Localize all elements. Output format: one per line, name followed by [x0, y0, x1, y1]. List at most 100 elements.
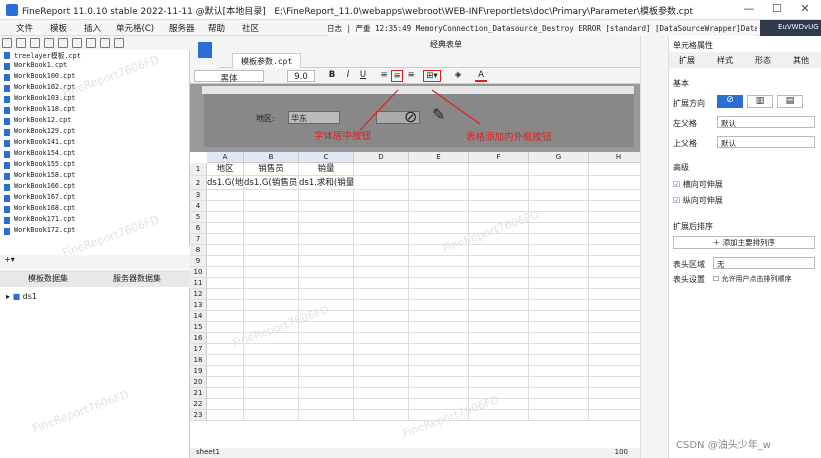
tree-item[interactable]: WorkBook167.cpt [0, 193, 189, 204]
grid-cell[interactable] [244, 300, 299, 311]
grid-cell[interactable] [469, 201, 529, 212]
grid-cell[interactable] [299, 410, 354, 421]
grid-cell[interactable] [409, 366, 469, 377]
tab-template-params[interactable]: 模板参数.cpt [232, 53, 302, 68]
tree-item[interactable]: WorkBook118.cpt [0, 105, 189, 116]
grid-cell[interactable] [589, 163, 640, 176]
grid-cell[interactable] [529, 399, 589, 410]
grid-cell[interactable] [244, 201, 299, 212]
grid-cell[interactable] [207, 223, 244, 234]
grid-cell[interactable] [589, 201, 640, 212]
row-header[interactable]: 23 [190, 410, 207, 421]
grid-cell[interactable] [354, 355, 409, 366]
grid-cell[interactable] [529, 245, 589, 256]
grid-cell[interactable] [244, 245, 299, 256]
grid-cell[interactable] [409, 223, 469, 234]
grid-cell[interactable] [354, 388, 409, 399]
grid-cell[interactable]: 地区 [207, 163, 244, 176]
grid-cell[interactable] [207, 322, 244, 333]
grid-cell[interactable] [469, 163, 529, 176]
grid-cell[interactable] [529, 163, 589, 176]
grid-cell[interactable] [207, 311, 244, 322]
row-header[interactable]: 15 [190, 322, 207, 333]
grid-cell[interactable] [207, 410, 244, 421]
grid-cell[interactable] [354, 223, 409, 234]
tree-item[interactable]: WorkBook103.cpt [0, 94, 189, 105]
tree-item[interactable]: WorkBook12.cpt [0, 116, 189, 127]
grid-cell[interactable] [589, 377, 640, 388]
column-header[interactable]: E [409, 152, 469, 163]
tab-style[interactable]: 样式 [717, 55, 733, 66]
grid-cell[interactable] [354, 267, 409, 278]
tree-item[interactable]: WorkBook155.cpt [0, 160, 189, 171]
grid-cell[interactable] [469, 256, 529, 267]
tree-item[interactable]: WorkBook158.cpt [0, 171, 189, 182]
tree-item[interactable]: WorkBook166.cpt [0, 182, 189, 193]
grid-cell[interactable] [299, 256, 354, 267]
row-header[interactable]: 1 [190, 163, 207, 176]
grid-cell[interactable] [529, 256, 589, 267]
grid-cell[interactable] [244, 212, 299, 223]
align-left-icon[interactable]: ≡ [378, 70, 390, 82]
grid-cell[interactable] [354, 212, 409, 223]
menu-cell[interactable]: 单元格(C) [116, 22, 154, 34]
grid-cell[interactable] [469, 267, 529, 278]
log-strip[interactable]: 日志 | 严重 12:35:49 MemoryConnection_Dataso… [327, 20, 757, 36]
grid-cell[interactable] [529, 388, 589, 399]
tab-expand[interactable]: 扩展 [679, 55, 695, 66]
grid-cell[interactable] [354, 366, 409, 377]
cell-element-icon[interactable] [198, 42, 212, 58]
dataset-item[interactable]: ▸ ■ ds1 [0, 288, 189, 301]
column-header[interactable]: A [207, 152, 244, 163]
menu-insert[interactable]: 插入 [84, 22, 101, 34]
grid-cell[interactable] [354, 322, 409, 333]
grid-cell[interactable] [207, 212, 244, 223]
grid-cell[interactable] [589, 410, 640, 421]
new-folder-icon[interactable] [2, 38, 12, 48]
grid-cell[interactable] [244, 410, 299, 421]
grid-cell[interactable] [409, 388, 469, 399]
font-size-select[interactable]: 9.0 [287, 70, 315, 82]
grid-cell[interactable] [299, 212, 354, 223]
grid-cell[interactable] [207, 234, 244, 245]
header-area-select[interactable]: 无 [713, 257, 815, 269]
grid-cell[interactable] [529, 344, 589, 355]
grid-cell[interactable] [469, 300, 529, 311]
grid-cell[interactable] [409, 176, 469, 190]
expand-horizontal-button[interactable]: ▤ [777, 95, 803, 108]
user-badge[interactable]: EuVWDvUG [760, 20, 821, 36]
grid-cell[interactable] [244, 190, 299, 201]
tree-item[interactable]: WorkBook1.cpt [0, 61, 189, 72]
grid-cell[interactable] [589, 322, 640, 333]
grid-cell[interactable] [469, 289, 529, 300]
grid-cell[interactable] [354, 163, 409, 176]
border-icon[interactable]: ⊞▾ [423, 70, 441, 82]
grid-cell[interactable] [409, 256, 469, 267]
grid-cell[interactable] [244, 223, 299, 234]
grid-cell[interactable] [529, 311, 589, 322]
grid-cell[interactable] [207, 399, 244, 410]
expand-none-button[interactable]: ⊘ [717, 95, 743, 108]
grid-cell[interactable] [244, 366, 299, 377]
grid-cell[interactable] [299, 355, 354, 366]
locate-icon[interactable] [86, 38, 96, 48]
grid-cell[interactable] [529, 366, 589, 377]
grid-cell[interactable] [589, 333, 640, 344]
grid-cell[interactable] [354, 410, 409, 421]
grid-cell[interactable] [244, 256, 299, 267]
grid-cell[interactable] [589, 399, 640, 410]
menu-help[interactable]: 帮助 [208, 22, 225, 34]
grid-cell[interactable] [589, 245, 640, 256]
grid-cell[interactable] [529, 322, 589, 333]
grid-cell[interactable] [469, 355, 529, 366]
grid-cell[interactable] [299, 377, 354, 388]
italic-button[interactable]: I [343, 70, 353, 82]
expand-vertical-button[interactable]: ▥ [747, 95, 773, 108]
grid-cell[interactable] [589, 234, 640, 245]
grid-cell[interactable] [299, 234, 354, 245]
copy-icon[interactable] [44, 38, 54, 48]
grid-cell[interactable] [589, 300, 640, 311]
left-parent-select[interactable]: 默认 [717, 116, 815, 128]
grid-cell[interactable]: 销量 [299, 163, 354, 176]
horizontal-expand-checkbox[interactable]: ☑ 横向可伸展 [673, 179, 723, 190]
